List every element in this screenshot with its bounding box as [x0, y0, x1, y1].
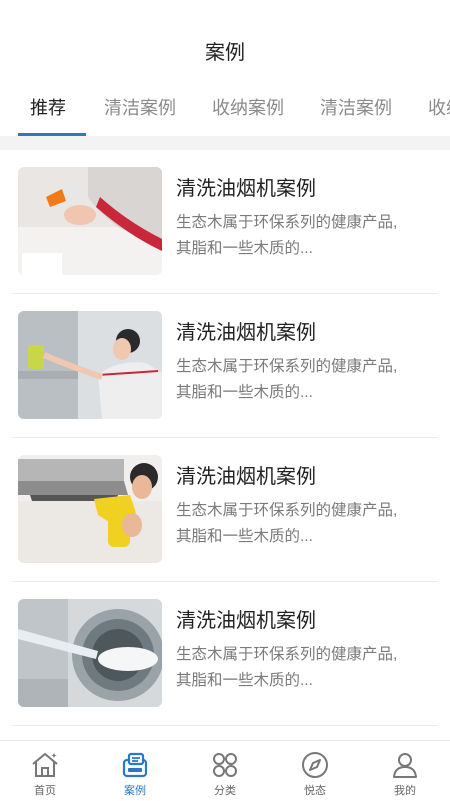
case-thumbnail: [18, 599, 162, 707]
tab-recommend[interactable]: 推荐: [0, 88, 86, 136]
case-description: 生态木属于环保系列的健康产品, 其脂和一些木质的...: [176, 354, 438, 406]
category-icon: [213, 753, 237, 777]
tab-storage-cases[interactable]: 收纳案例: [194, 88, 302, 136]
section-divider: [0, 136, 450, 150]
nav-profile[interactable]: 我的: [360, 741, 450, 801]
case-desc-line: 生态木属于环保系列的健康产品,: [176, 502, 398, 519]
app-header: 案例: [0, 0, 450, 88]
category-tabs: 推荐 清洁案例 收纳案例 清洁案例 收纳: [0, 88, 450, 136]
case-list: 清洗油烟机案例 生态木属于环保系列的健康产品, 其脂和一些木质的... 清洗油烟…: [0, 150, 450, 726]
page-title: 案例: [205, 41, 245, 64]
case-desc-line: 其脂和一些木质的...: [176, 528, 313, 545]
nav-label: 我的: [394, 785, 416, 797]
case-desc-line: 其脂和一些木质的...: [176, 672, 313, 689]
compass-icon: [302, 752, 328, 778]
bottom-navigation: 首页 案例 分类 悦态 我的: [0, 740, 450, 801]
nav-label: 首页: [34, 785, 56, 797]
case-desc-line: 其脂和一些木质的...: [176, 384, 313, 401]
case-description: 生态木属于环保系列的健康产品, 其脂和一些木质的...: [176, 642, 438, 694]
case-description: 生态木属于环保系列的健康产品, 其脂和一些木质的...: [176, 210, 438, 262]
case-card[interactable]: 清洗油烟机案例 生态木属于环保系列的健康产品, 其脂和一些木质的...: [12, 438, 438, 582]
tab-storage-partial[interactable]: 收纳: [410, 88, 450, 136]
nav-label: 分类: [214, 785, 236, 797]
home-icon: [32, 753, 58, 777]
case-desc-line: 生态木属于环保系列的健康产品,: [176, 646, 398, 663]
case-card[interactable]: 清洗油烟机案例 生态木属于环保系列的健康产品, 其脂和一些木质的...: [12, 150, 438, 294]
case-icon: [122, 752, 148, 778]
case-title: 清洗油烟机案例: [176, 178, 316, 200]
case-thumbnail: [18, 167, 162, 275]
nav-home[interactable]: 首页: [0, 741, 90, 801]
case-card[interactable]: 清洗油烟机案例 生态木属于环保系列的健康产品, 其脂和一些木质的...: [12, 582, 438, 726]
case-description: 生态木属于环保系列的健康产品, 其脂和一些木质的...: [176, 498, 438, 550]
nav-cases[interactable]: 案例: [90, 741, 180, 801]
case-thumbnail: [18, 311, 162, 419]
nav-label: 案例: [124, 785, 146, 797]
case-desc-line: 生态木属于环保系列的健康产品,: [176, 214, 398, 231]
tab-cleaning-cases-2[interactable]: 清洁案例: [302, 88, 410, 136]
case-title: 清洗油烟机案例: [176, 610, 316, 632]
case-thumbnail: [18, 455, 162, 563]
case-title: 清洗油烟机案例: [176, 466, 316, 488]
nav-label: 悦态: [304, 785, 326, 797]
tab-cleaning-cases[interactable]: 清洁案例: [86, 88, 194, 136]
case-desc-line: 生态木属于环保系列的健康产品,: [176, 358, 398, 375]
nav-category[interactable]: 分类: [180, 741, 270, 801]
nav-discover[interactable]: 悦态: [270, 741, 360, 801]
case-title: 清洗油烟机案例: [176, 322, 316, 344]
case-card[interactable]: 清洗油烟机案例 生态木属于环保系列的健康产品, 其脂和一些木质的...: [12, 294, 438, 438]
user-icon: [393, 753, 417, 778]
case-desc-line: 其脂和一些木质的...: [176, 240, 313, 257]
